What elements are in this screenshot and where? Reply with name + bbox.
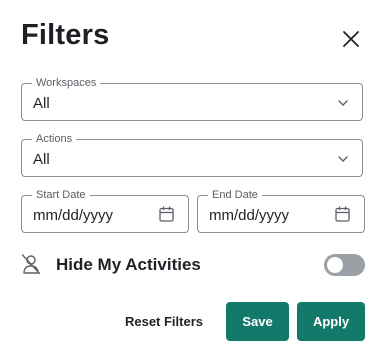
- filters-panel: Filters Workspaces All Actions All Start…: [0, 0, 383, 354]
- close-icon[interactable]: [341, 29, 361, 49]
- toggle-knob: [327, 257, 343, 273]
- reset-filters-button[interactable]: Reset Filters: [118, 302, 210, 340]
- hide-my-activities-label: Hide My Activities: [56, 255, 201, 274]
- start-date-label: Start Date: [32, 188, 90, 202]
- actions-label: Actions: [32, 132, 77, 146]
- workspaces-label: Workspaces: [32, 76, 101, 90]
- hide-my-activities-toggle[interactable]: [324, 254, 365, 276]
- calendar-icon[interactable]: [159, 206, 174, 222]
- page-title: Filters: [21, 19, 110, 51]
- save-button[interactable]: Save: [226, 302, 289, 341]
- calendar-icon[interactable]: [335, 206, 350, 222]
- workspaces-value: All: [33, 95, 50, 112]
- end-date-placeholder: mm/dd/yyyy: [209, 207, 290, 224]
- apply-button[interactable]: Apply: [297, 302, 365, 341]
- actions-value: All: [33, 151, 50, 168]
- chevron-down-icon: [338, 156, 348, 162]
- end-date-label: End Date: [208, 188, 262, 202]
- workspaces-select[interactable]: Workspaces All: [21, 76, 363, 121]
- start-date-field[interactable]: Start Date mm/dd/yyyy: [21, 188, 189, 233]
- start-date-placeholder: mm/dd/yyyy: [33, 207, 114, 224]
- actions-select[interactable]: Actions All: [21, 132, 363, 177]
- end-date-field[interactable]: End Date mm/dd/yyyy: [197, 188, 365, 233]
- hide-my-activities-row: Hide My Activities: [21, 250, 365, 280]
- chevron-down-icon: [338, 100, 348, 106]
- person-off-icon: [21, 254, 41, 275]
